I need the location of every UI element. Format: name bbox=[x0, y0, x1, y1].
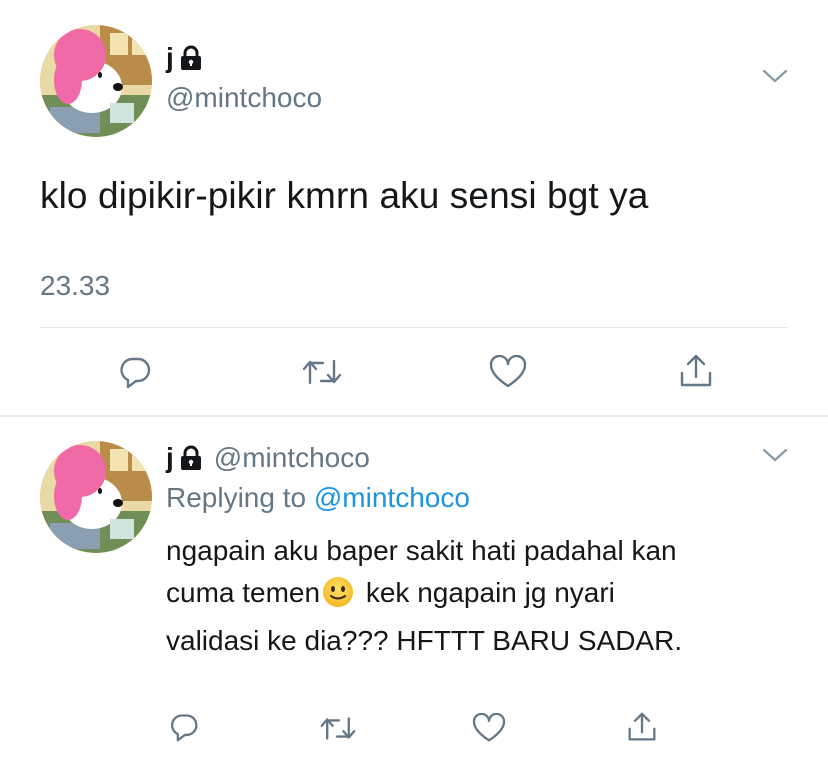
avatar[interactable] bbox=[40, 25, 152, 137]
reply-icon[interactable] bbox=[115, 352, 155, 392]
tweet-text-line: cuma temen kek ngapain jg nyari bbox=[166, 572, 786, 620]
chevron-down-icon[interactable] bbox=[762, 447, 788, 468]
tweet-text-segment: cuma temen bbox=[166, 577, 321, 608]
tweet-text: ngapain aku baper sakit hati padahal kan… bbox=[166, 530, 786, 662]
replying-to-label: Replying to bbox=[166, 482, 307, 513]
retweet-icon[interactable] bbox=[318, 710, 358, 746]
chevron-down-icon[interactable] bbox=[762, 68, 788, 89]
mention-link[interactable]: @mintchoco bbox=[314, 482, 470, 513]
heart-icon[interactable] bbox=[470, 710, 508, 746]
section-divider bbox=[0, 415, 828, 417]
retweet-icon[interactable] bbox=[300, 352, 344, 392]
slightly-smiling-face-emoji bbox=[322, 576, 354, 620]
timestamp[interactable]: 23.33 bbox=[40, 270, 110, 302]
heart-icon[interactable] bbox=[487, 352, 529, 392]
display-name[interactable]: j bbox=[166, 44, 174, 72]
handle[interactable]: @mintchoco bbox=[166, 82, 322, 114]
tweet-text-segment: kek ngapain jg nyari bbox=[358, 577, 615, 608]
share-icon[interactable] bbox=[676, 350, 716, 392]
lock-icon bbox=[180, 45, 202, 71]
reply-icon[interactable] bbox=[166, 709, 202, 745]
share-icon[interactable] bbox=[624, 708, 660, 746]
tweet-text: klo dipikir-pikir kmrn aku sensi bgt ya bbox=[40, 175, 649, 216]
avatar[interactable] bbox=[40, 441, 152, 553]
replying-to: Replying to @mintchoco bbox=[166, 482, 470, 514]
lock-icon bbox=[180, 445, 202, 471]
display-name[interactable]: j bbox=[166, 444, 174, 472]
tweet-text-line: ngapain aku baper sakit hati padahal kan bbox=[166, 535, 677, 566]
tweet-text-line: validasi ke dia??? HFTTT BARU SADAR. bbox=[166, 625, 683, 656]
divider bbox=[40, 327, 788, 328]
handle[interactable]: @mintchoco bbox=[214, 442, 370, 474]
